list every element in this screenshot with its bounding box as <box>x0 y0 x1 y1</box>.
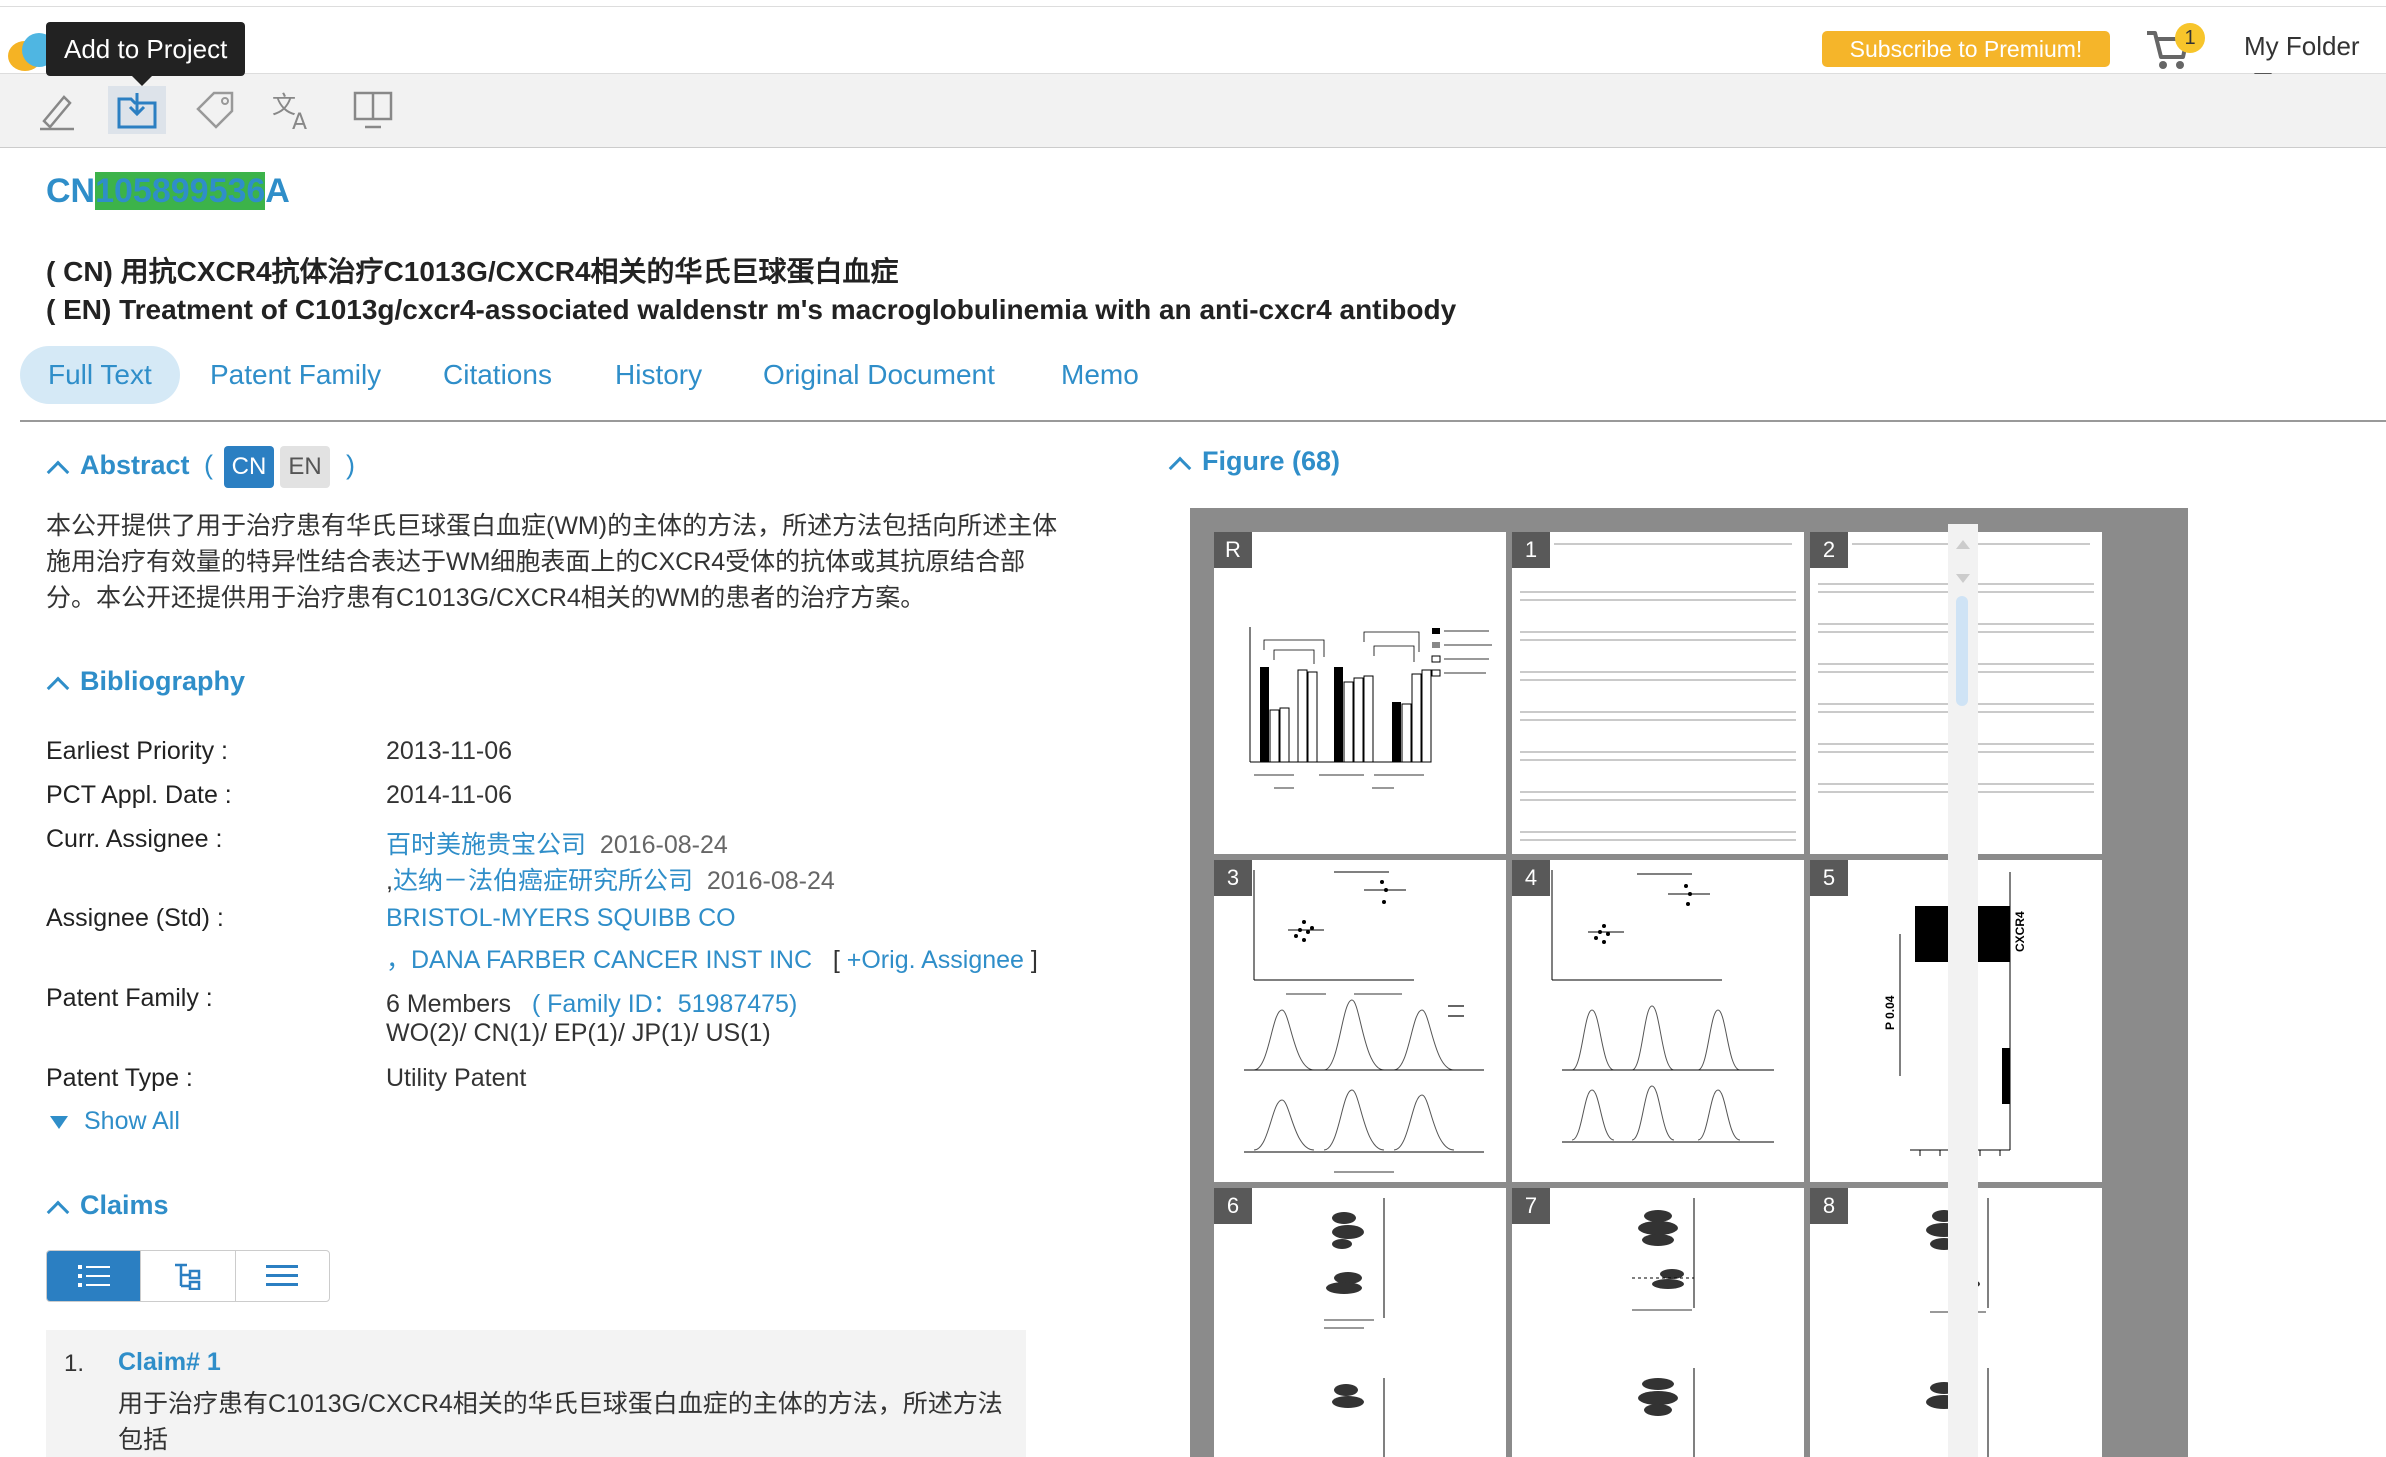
tab-full-text[interactable]: Full Text <box>20 346 180 404</box>
chevron-up-icon <box>46 1200 70 1224</box>
tab-memo[interactable]: Memo <box>1061 346 1139 404</box>
add-to-project-tooltip: Add to Project <box>46 22 246 86</box>
svg-text:A: A <box>292 110 307 131</box>
claim-number: 1. <box>64 1350 85 1377</box>
translate-icon[interactable]: 文A <box>264 86 322 134</box>
chevron-up-icon <box>46 460 70 484</box>
assignee-std-link-1[interactable]: BRISTOL-MYERS SQUIBB CO <box>386 904 736 933</box>
bar-chart-figure <box>1249 627 1492 789</box>
scroll-down-icon[interactable] <box>1956 574 1970 583</box>
tab-patent-family[interactable]: Patent Family <box>210 346 381 404</box>
cart-icon[interactable]: 1 <box>2145 23 2205 73</box>
sequence-figure <box>1520 543 1796 841</box>
figure-thumbnail-4[interactable]: 4 <box>1512 860 1804 1182</box>
family-breakdown: WO(2)/ CN(1)/ EP(1)/ JP(1)/ US(1) <box>386 1019 771 1047</box>
lang-cn-button[interactable]: CN <box>224 446 274 488</box>
bibliography-heading[interactable]: Bibliography <box>46 666 245 700</box>
document-toolbar: 文A <box>0 74 2386 148</box>
title-en: ( EN) Treatment of C1013g/cxcr4-associat… <box>46 294 1457 325</box>
figure-scrollbar[interactable] <box>1948 524 1978 1457</box>
detail-tabs: Full Text Patent Family Citations Histor… <box>20 344 2386 422</box>
tag-icon[interactable] <box>186 86 244 134</box>
figure-gallery: R 1 2 3 4 5 CXCR4 P 0.04 6 7 8 <box>1190 508 2188 1457</box>
dot-plot-figure <box>1324 1198 1385 1457</box>
figure-thumbnail-3[interactable]: 2 3 <box>1214 860 1506 1182</box>
highlighted-number: 105899536 <box>95 172 266 210</box>
patent-type-value: Utility Patent <box>386 1064 527 1092</box>
fig5-label: CXCR4 <box>2013 911 2027 952</box>
curr-assignee-label: Curr. Assignee : <box>46 825 223 853</box>
caret-down-icon <box>50 1115 68 1129</box>
patent-type-label: Patent Type : <box>46 1064 193 1092</box>
figure-thumbnail-6[interactable]: 6 <box>1214 1188 1506 1457</box>
top-bar: Subscribe to Premium! 1 My Folder <box>0 6 2386 86</box>
scatter-flow-figure <box>1551 870 1774 1143</box>
cart-count-badge: 1 <box>2175 23 2205 53</box>
chevron-up-icon <box>46 676 70 700</box>
earliest-priority-value: 2013-11-06 <box>386 737 513 765</box>
tab-history[interactable]: History <box>615 346 702 404</box>
curr-assignee-link-2[interactable]: 达纳－法伯癌症研究所公司 <box>393 867 693 895</box>
curr-assignee-row-2: ,达纳－法伯癌症研究所公司 2016-08-24 <box>386 867 835 895</box>
claims-heading[interactable]: Claims <box>46 1190 169 1224</box>
present-icon[interactable] <box>344 86 402 134</box>
tab-citations[interactable]: Citations <box>443 346 552 404</box>
scroll-up-icon[interactable] <box>1956 540 1970 549</box>
abstract-paren-close: ) <box>346 450 355 480</box>
dot-plot-figure <box>1632 1198 1695 1457</box>
abstract-text: 本公开提供了用于治疗患有华氏巨球蛋白血症(WM)的主体的方法，所述方法包括向所述… <box>46 512 1058 612</box>
figure-heading[interactable]: Figure (68) <box>1168 446 1340 480</box>
earliest-priority-label: Earliest Priority : <box>46 737 228 765</box>
claim-text: 用于治疗患有C1013G/CXCR4相关的华氏巨球蛋白血症的主体的方法，所述方法… <box>118 1390 1003 1454</box>
patent-family-row: 6 Members ( Family ID：51987475) <box>386 990 798 1018</box>
fig5-pval: P 0.04 <box>1883 995 1897 1030</box>
curr-assignee-row-1: 百时美施贵宝公司 2016-08-24 <box>386 831 728 859</box>
assignee-std-label: Assignee (Std) : <box>46 904 224 932</box>
pct-date-value: 2014-11-06 <box>386 781 513 809</box>
claim-view-switcher <box>46 1250 330 1302</box>
figure-thumbnail-7[interactable]: 7 <box>1512 1188 1804 1457</box>
tab-original-document[interactable]: Original Document <box>763 346 995 404</box>
pct-date-label: PCT Appl. Date : <box>46 781 232 809</box>
orig-assignee-link[interactable]: +Orig. Assignee <box>847 946 1024 974</box>
add-to-project-icon[interactable] <box>108 86 166 134</box>
show-all-link[interactable]: Show All <box>50 1107 180 1136</box>
patent-family-label: Patent Family : <box>46 984 213 1012</box>
assignee-std-link-2[interactable]: ，DANA FARBER CANCER INST INC <box>386 946 812 974</box>
subscribe-premium-button[interactable]: Subscribe to Premium! <box>1822 31 2110 67</box>
claim-item: 1. Claim# 1 用于治疗患有C1013G/CXCR4相关的华氏巨球蛋白血… <box>46 1330 1026 1457</box>
list-view-icon[interactable] <box>47 1251 142 1301</box>
claim-title-link[interactable]: Claim# 1 <box>118 1348 221 1377</box>
figure-thumbnail-1[interactable]: 1 <box>1512 532 1804 854</box>
highlight-icon[interactable] <box>28 86 86 134</box>
assignee-std-row-2: ，DANA FARBER CANCER INST INC [ +Orig. As… <box>386 946 1038 974</box>
curr-assignee-link-1[interactable]: 百时美施贵宝公司 <box>386 831 586 859</box>
lang-en-button[interactable]: EN <box>280 446 330 488</box>
publication-number: CN105899536A <box>46 172 290 210</box>
figure-thumbnail-r[interactable]: R <box>1214 532 1506 854</box>
scroll-thumb[interactable] <box>1956 596 1968 706</box>
abstract-heading[interactable]: Abstract <box>46 450 190 484</box>
chevron-up-icon <box>1168 456 1192 480</box>
tree-view-icon[interactable] <box>141 1251 236 1301</box>
title-cn: ( CN) 用抗CXCR4抗体治疗C1013G/CXCR4相关的华氏巨球蛋白血症 <box>46 256 899 287</box>
scatter-flow-figure <box>1244 870 1484 1173</box>
family-id-link[interactable]: ( Family ID：51987475) <box>532 990 797 1018</box>
plain-view-icon[interactable] <box>236 1251 329 1301</box>
abstract-paren-open: ( <box>204 450 213 480</box>
